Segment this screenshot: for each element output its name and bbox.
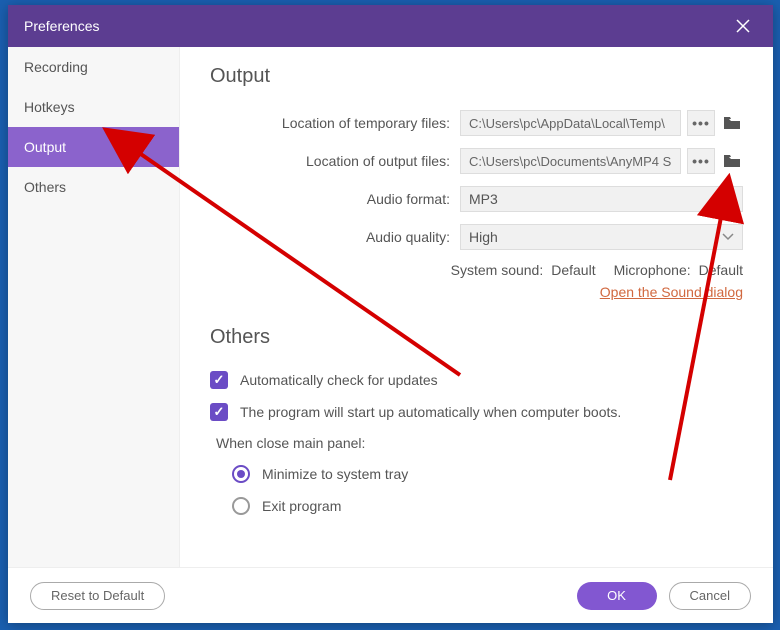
- close-button[interactable]: [725, 8, 761, 44]
- sidebar-item-label: Others: [24, 179, 66, 195]
- audio-format-value: MP3: [469, 191, 498, 207]
- chevron-down-icon: [722, 195, 734, 203]
- check-updates-checkbox[interactable]: [210, 371, 228, 389]
- autostart-checkbox[interactable]: [210, 403, 228, 421]
- others-heading: Others: [210, 326, 743, 349]
- close-icon: [736, 19, 750, 33]
- more-icon: •••: [692, 153, 710, 169]
- dialog-title: Preferences: [24, 18, 725, 34]
- chevron-down-icon: [722, 233, 734, 241]
- output-location-more-button[interactable]: •••: [687, 148, 715, 174]
- sidebar-item-label: Hotkeys: [24, 99, 75, 115]
- row-audio-format: Audio format: MP3: [210, 186, 743, 212]
- row-autostart: The program will start up automatically …: [210, 403, 743, 421]
- minimize-radio-label: Minimize to system tray: [262, 466, 408, 482]
- row-radio-exit: Exit program: [232, 497, 743, 515]
- folder-icon: [723, 154, 741, 168]
- output-location-input[interactable]: [460, 148, 681, 174]
- row-check-updates: Automatically check for updates: [210, 371, 743, 389]
- check-updates-label: Automatically check for updates: [240, 372, 438, 388]
- autostart-label: The program will start up automatically …: [240, 404, 621, 420]
- more-icon: •••: [692, 115, 710, 131]
- preferences-dialog: Preferences Recording Hotkeys Output Oth…: [8, 5, 773, 623]
- output-heading: Output: [210, 65, 743, 88]
- row-radio-minimize: Minimize to system tray: [232, 465, 743, 483]
- folder-icon: [723, 116, 741, 130]
- output-location-open-folder-button[interactable]: [721, 148, 743, 174]
- close-panel-label: When close main panel:: [216, 435, 743, 451]
- audio-format-select[interactable]: MP3: [460, 186, 743, 212]
- row-temp-location: Location of temporary files: •••: [210, 110, 743, 136]
- dialog-footer: Reset to Default OK Cancel: [8, 567, 773, 623]
- audio-quality-label: Audio quality:: [210, 229, 460, 245]
- sidebar-item-output[interactable]: Output: [8, 127, 179, 167]
- dialog-body: Recording Hotkeys Output Others Output L…: [8, 47, 773, 567]
- audio-format-label: Audio format:: [210, 191, 460, 207]
- row-audio-quality: Audio quality: High: [210, 224, 743, 250]
- row-output-location: Location of output files: •••: [210, 148, 743, 174]
- temp-location-open-folder-button[interactable]: [721, 110, 743, 136]
- sidebar: Recording Hotkeys Output Others: [8, 47, 180, 567]
- row-sound-status: System sound: Default Microphone: Defaul…: [210, 262, 743, 278]
- main-panel: Output Location of temporary files: ••• …: [180, 47, 773, 567]
- audio-quality-value: High: [469, 229, 498, 245]
- microphone-value: Default: [699, 262, 743, 278]
- titlebar: Preferences: [8, 5, 773, 47]
- sidebar-item-recording[interactable]: Recording: [8, 47, 179, 87]
- system-sound-label: System sound:: [451, 262, 544, 278]
- microphone-label: Microphone:: [614, 262, 691, 278]
- sidebar-item-others[interactable]: Others: [8, 167, 179, 207]
- temp-location-more-button[interactable]: •••: [687, 110, 715, 136]
- temp-location-label: Location of temporary files:: [210, 115, 460, 131]
- exit-radio[interactable]: [232, 497, 250, 515]
- sidebar-item-hotkeys[interactable]: Hotkeys: [8, 87, 179, 127]
- exit-radio-label: Exit program: [262, 498, 341, 514]
- sidebar-item-label: Output: [24, 139, 66, 155]
- sidebar-item-label: Recording: [24, 59, 88, 75]
- system-sound-value: Default: [551, 262, 595, 278]
- audio-quality-select[interactable]: High: [460, 224, 743, 250]
- output-location-label: Location of output files:: [210, 153, 460, 169]
- temp-location-input[interactable]: [460, 110, 681, 136]
- open-sound-dialog-link[interactable]: Open the Sound dialog: [600, 284, 743, 300]
- ok-button[interactable]: OK: [577, 582, 657, 610]
- reset-to-default-button[interactable]: Reset to Default: [30, 582, 165, 610]
- cancel-button[interactable]: Cancel: [669, 582, 751, 610]
- minimize-radio[interactable]: [232, 465, 250, 483]
